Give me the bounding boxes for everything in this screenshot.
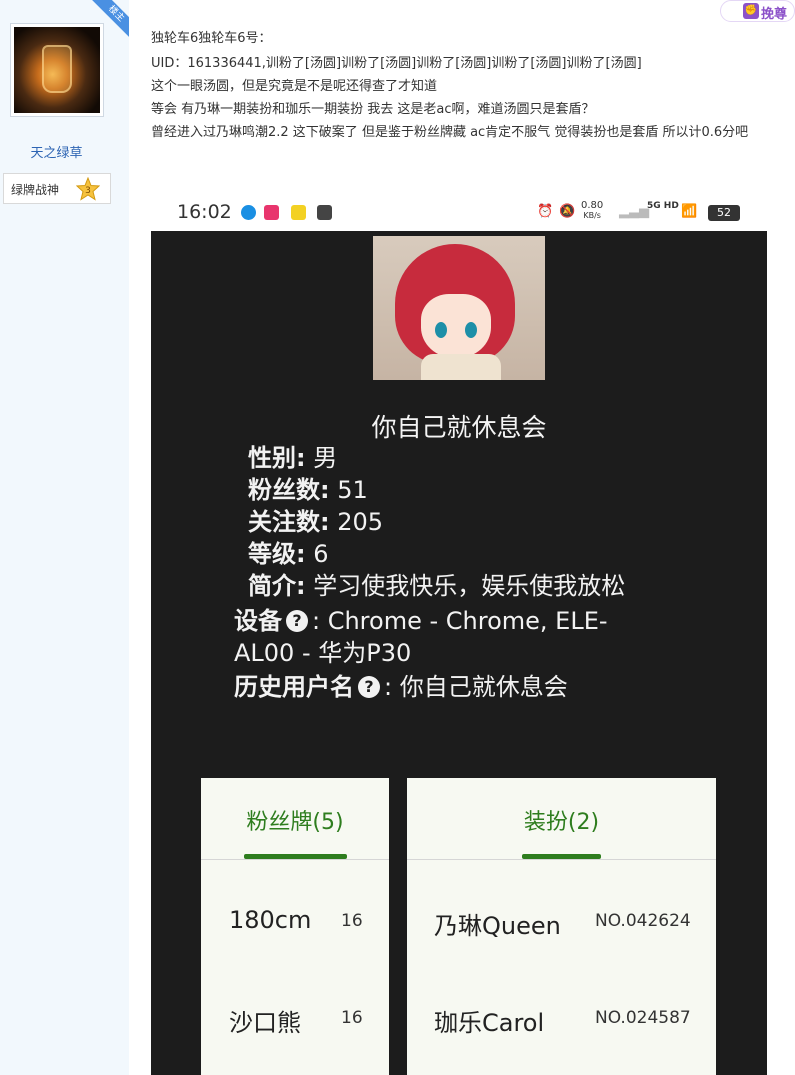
history-name-row: 历史用户名?: 你自己就休息会 — [234, 671, 568, 703]
post-line: 独轮车6独轮车6号： — [151, 31, 272, 46]
post-content: 独轮车6独轮车6号： UID：161336441,训粉了[汤圆]训粉了[汤圆]训… — [151, 27, 776, 144]
support-button-label: 挽尊 — [761, 7, 788, 22]
list-item[interactable]: 180cm 16 — [201, 900, 389, 940]
device-row-cont: AL00 - 华为P30 — [234, 637, 411, 669]
profile-page: 你自己就休息会 性别: 男 粉丝数: 51 关注数: 205 等级: 6 简介:… — [151, 231, 767, 1075]
badge-level: 3 — [85, 186, 91, 196]
bio-label: 简介: — [248, 572, 306, 600]
fan-badge[interactable]: 绿牌战神 3 — [3, 173, 111, 204]
status-time: 16:02 — [177, 201, 232, 223]
level-value: 6 — [313, 540, 329, 568]
dress-number: NO.024587 — [595, 1008, 691, 1028]
following-label: 关注数: — [248, 508, 330, 536]
avatar-eye — [435, 322, 447, 338]
medal-level: 16 — [341, 911, 363, 931]
app-icon — [264, 205, 279, 220]
dress-name: 乃琳Queen — [434, 912, 561, 940]
alarm-icon: ⏰ — [537, 204, 554, 219]
mute-icon: 🔕 — [559, 204, 576, 219]
message-icon — [317, 205, 332, 220]
avatar-face — [421, 294, 491, 358]
speed-value: 0.80 — [581, 200, 604, 211]
support-button[interactable]: ✊ 挽尊 — [720, 0, 795, 22]
signal-icon: ▂▃▅ — [619, 204, 649, 219]
level-row: 等级: 6 — [248, 538, 329, 570]
tab-dress[interactable]: 装扮(2) — [407, 778, 716, 860]
lantern-jar — [42, 45, 72, 93]
help-icon[interactable]: ? — [286, 610, 308, 632]
avatar-eye — [465, 322, 477, 338]
profile-avatar — [373, 236, 545, 380]
medal-name: 180cm — [229, 906, 312, 934]
medal-name: 沙口熊 — [229, 1009, 301, 1037]
gender-value: 男 — [313, 444, 338, 472]
history-value: : 你自己就休息会 — [384, 673, 568, 701]
tab-medals[interactable]: 粉丝牌(5) — [201, 778, 389, 860]
gender-label: 性别: — [248, 444, 306, 472]
gender-row: 性别: 男 — [248, 442, 337, 474]
post-line: UID：161336441,训粉了[汤圆]训粉了[汤圆]训粉了[汤圆]训粉了[汤… — [151, 56, 642, 71]
bio-row: 简介: 学习使我快乐，娱乐使我放松 — [248, 570, 625, 602]
dress-number: NO.042624 — [595, 911, 691, 931]
fans-label: 粉丝数: — [248, 476, 330, 504]
fist-icon: ✊ — [743, 3, 759, 19]
level-label: 等级: — [248, 540, 306, 568]
fans-value: 51 — [337, 476, 368, 504]
avatar-body — [421, 354, 501, 380]
avatar-image — [14, 27, 100, 113]
help-icon[interactable]: ? — [358, 676, 380, 698]
network-label: 5G HD — [647, 201, 679, 211]
medals-card: 粉丝牌(5) 180cm 16 沙口熊 16 — [201, 778, 389, 1075]
post-line: 等会 有乃琳一期装扮和珈乐一期装扮 我去 这是老ac啊，难道汤圆只是套盾？ — [151, 102, 595, 117]
device-row: 设备?: Chrome - Chrome, ELE- — [234, 605, 608, 637]
user-panel: 楼主 天之绿草 绿牌战神 3 — [0, 0, 129, 1075]
fans-row: 粉丝数: 51 — [248, 474, 368, 506]
following-row: 关注数: 205 — [248, 506, 383, 538]
speed-readout: 0.80 KB/s — [581, 201, 603, 221]
device-value: : Chrome - Chrome, ELE- — [312, 607, 608, 635]
list-item[interactable]: 沙口熊 16 — [201, 997, 389, 1037]
username-link[interactable]: 天之绿草 — [0, 142, 113, 161]
post-line: 这个一眼汤圆，但是究竟是不是呢还得查了才知道 — [151, 79, 438, 94]
tab-indicator — [522, 854, 601, 859]
wifi-icon: 📶 — [681, 204, 698, 219]
history-label: 历史用户名 — [234, 673, 354, 701]
star-icon: 3 — [76, 177, 100, 201]
speed-unit: KB/s — [583, 211, 601, 220]
phone-status-bar: 16:02 ⏰ 🔕 0.80 KB/s ▂▃▅ 5G HD 📶 52 — [151, 194, 767, 231]
dress-card: 装扮(2) 乃琳Queen NO.042624 珈乐Carol NO.02458… — [407, 778, 716, 1075]
attached-screenshot[interactable]: 16:02 ⏰ 🔕 0.80 KB/s ▂▃▅ 5G HD 📶 52 你自己就休… — [151, 194, 767, 1075]
app-icon — [241, 205, 256, 220]
app-icon — [291, 205, 306, 220]
bio-value: 学习使我快乐，娱乐使我放松 — [313, 572, 626, 600]
list-item[interactable]: 珈乐Carol NO.024587 — [407, 997, 716, 1037]
badge-label: 绿牌战神 — [11, 183, 60, 197]
profile-nickname: 你自己就休息会 — [371, 413, 547, 442]
following-value: 205 — [337, 508, 384, 536]
avatar[interactable] — [10, 23, 104, 117]
post-line: 曾经进入过乃琳鸣潮2.2 这下破案了 但是鉴于粉丝牌藏 ac肯定不服气 觉得装扮… — [151, 125, 749, 140]
battery-icon: 52 — [708, 205, 740, 221]
dress-name: 珈乐Carol — [434, 1009, 545, 1037]
device-value-cont: AL00 - 华为P30 — [234, 639, 412, 667]
list-item[interactable]: 乃琳Queen NO.042624 — [407, 900, 716, 940]
device-label: 设备 — [234, 607, 282, 635]
medal-level: 16 — [341, 1008, 363, 1028]
tab-indicator — [244, 854, 347, 859]
